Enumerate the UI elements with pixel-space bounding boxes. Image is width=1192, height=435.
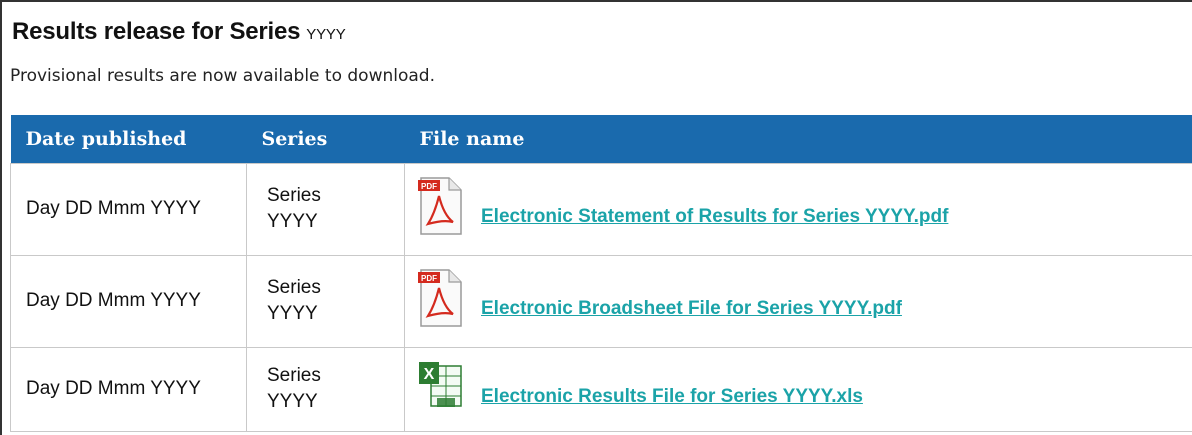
series-label: Series [267, 365, 321, 386]
table-row: Day DD Mmm YYYY Series YYYY PDF Electron… [10, 162, 1192, 256]
file-entry: X Electronic Results File for Series YYY… [417, 356, 1192, 422]
results-table: Date published Series File name Day DD M… [10, 115, 1192, 432]
series-label: Series [267, 277, 321, 298]
excel-file-icon[interactable]: X [417, 356, 463, 416]
download-link-statement-of-results[interactable]: Electronic Statement of Results for Seri… [481, 206, 948, 228]
header-series: Series [246, 115, 405, 163]
page-title: Results release for Series YYYY [12, 18, 346, 46]
date-cell: Day DD Mmm YYYY [10, 162, 247, 256]
date-cell: Day DD Mmm YYYY [10, 346, 247, 432]
series-cell: Series YYYY [246, 162, 405, 256]
file-cell: PDF Electronic Statement of Results for … [404, 162, 1192, 256]
file-cell: X Electronic Results File for Series YYY… [404, 346, 1192, 432]
excel-badge-text: X [424, 366, 435, 383]
pdf-badge-text: PDF [421, 274, 437, 283]
header-file-name: File name [404, 115, 1192, 163]
table-row: Day DD Mmm YYYY Series YYYY PDF Electron… [10, 254, 1192, 348]
page-title-year: YYYY [306, 26, 346, 43]
series-year: YYYY [267, 211, 318, 232]
file-entry: PDF Electronic Broadsheet File for Serie… [417, 268, 1192, 334]
page-subtitle: Provisional results are now available to… [10, 66, 435, 86]
download-link-broadsheet[interactable]: Electronic Broadsheet File for Series YY… [481, 298, 902, 320]
series-cell: Series YYYY [246, 346, 405, 432]
series-cell: Series YYYY [246, 254, 405, 348]
page-frame: Results release for Series YYYY Provision… [0, 0, 1192, 435]
series-label: Series [267, 185, 321, 206]
pdf-badge-text: PDF [421, 182, 437, 191]
pdf-file-icon[interactable]: PDF [417, 176, 463, 236]
page-title-text: Results release for Series [12, 18, 301, 45]
file-cell: PDF Electronic Broadsheet File for Serie… [404, 254, 1192, 348]
pdf-file-icon[interactable]: PDF [417, 268, 463, 328]
file-entry: PDF Electronic Statement of Results for … [417, 176, 1192, 242]
header-date-published: Date published [10, 115, 247, 163]
table-row: Day DD Mmm YYYY Series YYYY X Electronic… [10, 346, 1192, 432]
download-link-results-file[interactable]: Electronic Results File for Series YYYY.… [481, 386, 863, 408]
series-year: YYYY [267, 391, 318, 412]
table-header-row: Date published Series File name [10, 115, 1192, 163]
date-cell: Day DD Mmm YYYY [10, 254, 247, 348]
series-year: YYYY [267, 303, 318, 324]
